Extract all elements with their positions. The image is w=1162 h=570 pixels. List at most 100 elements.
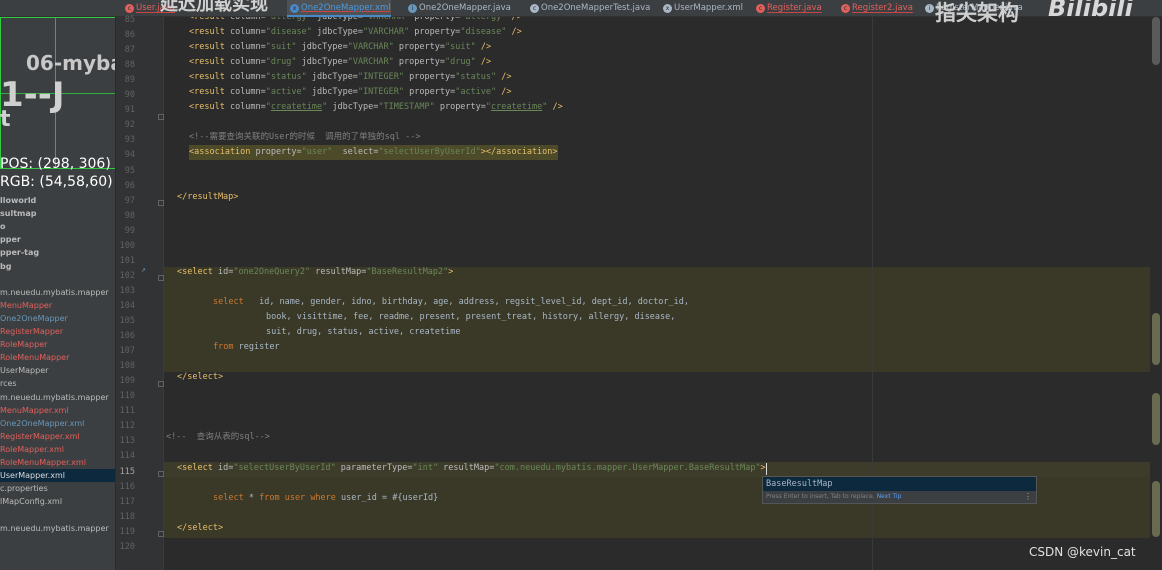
code-line-105: book, visittime, fee, readme, present, p… [266, 312, 676, 322]
line-number: 99 [124, 225, 135, 236]
next-tip-link[interactable]: Next Tip [877, 493, 902, 500]
project-tree-item-label: o [0, 222, 6, 232]
line-number: 93 [124, 135, 135, 146]
rgb-readout: RGB: (54,58,60) [0, 174, 113, 190]
project-tree-item-label: rces [0, 379, 17, 389]
pos-label: POS: [0, 156, 34, 172]
csdn-watermark: CSDN @kevin_cat [1029, 545, 1136, 559]
tab-usermapper-xml[interactable]: x UserMapper.xml [660, 0, 743, 17]
tab-one2onemapper-xml[interactable]: x One2OneMapper.xml [287, 0, 391, 17]
project-tree-item-label: bg [0, 261, 12, 271]
code-line-87: <result column="suit" jdbcType="VARCHAR"… [189, 42, 492, 52]
project-tree-item[interactable]: MenuMapper.xml [0, 404, 69, 417]
project-tree-item-label: pper [0, 235, 21, 245]
project-tree-item[interactable]: RoleMapper [0, 338, 47, 351]
line-number: 90 [124, 90, 135, 101]
line-number: 100 [119, 240, 135, 251]
code-line-94-association: <association property="user" select="sel… [189, 145, 558, 160]
project-tree-item-label: m.neuedu.mybatis.mapper [0, 523, 109, 533]
line-number: 113 [119, 436, 135, 447]
project-tree-item[interactable]: MenuMapper [0, 299, 52, 312]
line-number: 103 [119, 285, 135, 296]
vertical-scrollbar[interactable] [1150, 17, 1162, 570]
line-number: 115 [119, 466, 135, 477]
text-caret [766, 463, 767, 475]
project-tree-item[interactable]: rces [0, 377, 17, 390]
overlay-big-text-2: t [0, 107, 11, 132]
navigate-gutter-icon[interactable]: ↗ [141, 265, 146, 274]
project-tree-item[interactable]: UserMapper [0, 364, 48, 377]
tab-one2onemappertest-java[interactable]: c One2OneMapperTest.java [527, 0, 650, 17]
autocomplete-popup[interactable]: BaseResultMap Press Enter to insert, Tab… [762, 476, 1037, 504]
project-tree-item-label: UserMapper.xml [0, 471, 65, 481]
project-tree-item[interactable]: lloworld [0, 194, 36, 207]
autocomplete-suggestion[interactable]: BaseResultMap [763, 477, 1036, 491]
line-number: 117 [119, 496, 135, 507]
line-number: 87 [124, 45, 135, 56]
code-line-88: <result column="drug" jdbcType="VARCHAR"… [189, 57, 492, 67]
pos-value: (298, 306) [37, 156, 111, 172]
class-icon: c [841, 4, 850, 13]
project-tree-item-label: UserMapper [0, 366, 49, 376]
line-number: 89 [124, 75, 135, 86]
project-tree-item[interactable]: pper-tag [0, 246, 39, 259]
project-tree-item-label: RegisterMapper [0, 327, 64, 336]
project-tree-item[interactable]: m.neuedu.mybatis.mapper [0, 286, 109, 299]
brand-watermark: 指尖架构 [935, 1, 1019, 25]
project-tree-item[interactable]: bg [0, 260, 11, 273]
project-tree-item-label: lMapConfig.xml [0, 497, 63, 507]
project-tree-item[interactable]: RegisterMapper.xml [0, 430, 80, 443]
project-tree-item[interactable]: lMapConfig.xml [0, 495, 62, 508]
project-tree-item[interactable]: One2OneMapper [0, 312, 68, 325]
project-tree-item[interactable]: sultmap [0, 207, 36, 220]
project-tree-item-label: sultmap [0, 209, 37, 219]
scroll-marker [1152, 313, 1160, 365]
tab-label: One2OneMapper.xml [301, 3, 391, 13]
project-tree-item[interactable]: RoleMapper.xml [0, 443, 64, 456]
project-tree-item-label: RoleMenuMapper.xml [0, 458, 86, 467]
line-number: 109 [119, 376, 135, 387]
overlay-top-banner: 延迟加载实现 [160, 0, 268, 15]
tab-register2-java[interactable]: c Register2.java [838, 0, 913, 17]
project-tree-item[interactable]: pper [0, 233, 21, 246]
tab-label: One2OneMapperTest.java [541, 3, 651, 13]
line-number: 107 [119, 346, 135, 357]
scrollbar-thumb[interactable] [1152, 17, 1160, 65]
project-tree-item[interactable]: c.properties [0, 482, 48, 495]
line-number: 94 [124, 150, 135, 161]
line-number: 102 [119, 270, 135, 281]
line-number: 116 [119, 481, 135, 492]
scroll-marker [1152, 393, 1160, 445]
project-tree-item[interactable]: RoleMenuMapper.xml [0, 456, 86, 469]
project-tree-item[interactable]: RegisterMapper [0, 325, 63, 338]
code-line-107: from register [213, 342, 280, 352]
rgb-value: (54,58,60) [39, 174, 113, 190]
project-tree-item-label: m.neuedu.mybatis.mapper [0, 287, 109, 297]
code-line-115: <select id="selectUserByUserId" paramete… [177, 463, 766, 473]
code-line-90: <result column="active" jdbcType="INTEGE… [189, 87, 512, 97]
project-tree-item[interactable]: m.neuedu.mybatis.mapper [0, 391, 109, 404]
project-tree-item[interactable]: o [0, 220, 6, 233]
project-tree-panel: 06-myba 1--J t POS: (298, 306) RGB: (54,… [0, 17, 116, 570]
project-tree-item-label: One2OneMapper.xml [0, 418, 85, 428]
project-tree-item[interactable]: RoleMenuMapper [0, 351, 69, 364]
project-tree-item-label: MenuMapper [0, 300, 53, 310]
project-tree-item[interactable]: m.neuedu.mybatis.mapper [0, 522, 109, 535]
line-number: 95 [124, 165, 135, 176]
tab-register-java[interactable]: c Register.java [753, 0, 822, 17]
project-tree-item-label: RoleMenuMapper [0, 353, 70, 363]
line-number: 96 [124, 180, 135, 191]
project-tree-item-label: m.neuedu.mybatis.mapper [0, 392, 109, 402]
line-number: 104 [119, 300, 135, 311]
project-tree-item[interactable]: UserMapper.xml [0, 469, 115, 483]
project-tree-item-label: MenuMapper.xml [0, 405, 69, 415]
tab-one2onemapper-java[interactable]: i One2OneMapper.java [405, 0, 511, 17]
code-line-104: select id, name, gender, idno, birthday,… [213, 297, 689, 307]
project-tree-item[interactable]: One2OneMapper.xml [0, 417, 84, 430]
line-number: 111 [119, 406, 135, 417]
line-number: 119 [119, 526, 135, 537]
code-line-109: </select> [177, 372, 224, 382]
line-number: 108 [119, 361, 135, 372]
project-tree-item-label: RoleMapper.xml [0, 444, 64, 454]
more-options-icon[interactable]: ⋮ [1024, 492, 1032, 501]
